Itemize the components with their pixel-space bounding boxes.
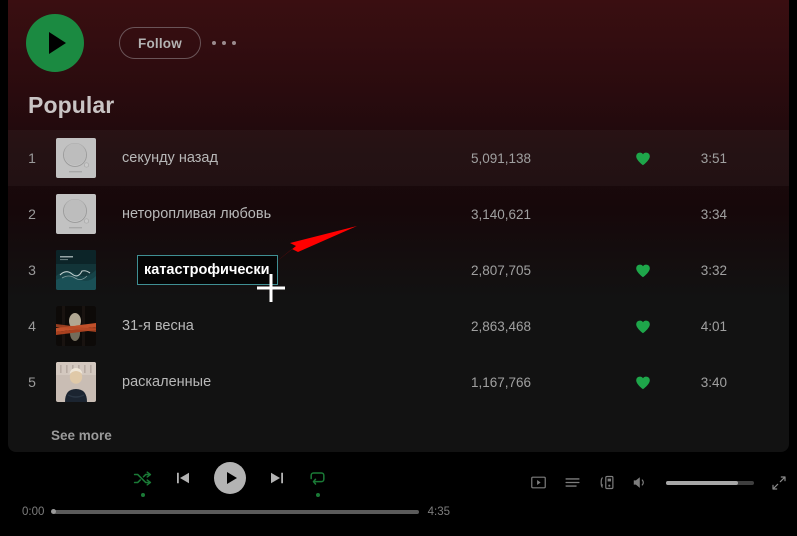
track-album-art [56,306,96,346]
track-duration: 3:34 [701,207,727,222]
liked-heart-icon[interactable] [635,151,651,166]
track-duration: 4:01 [701,319,727,334]
artist-action-header: Follow [8,0,789,86]
app-root: Follow Popular 1 секунду назад 5,091,138 3:… [0,0,797,536]
next-track-icon [268,469,286,487]
repeat-icon [308,469,327,488]
play-pause-button[interactable] [214,462,246,494]
track-album-art [56,250,96,290]
play-icon [227,472,237,484]
track-play-count: 3,140,621 [471,207,531,222]
album-art-image [56,306,96,346]
previous-track-icon [174,469,192,487]
like-button[interactable] [635,151,651,166]
next-button[interactable] [268,469,286,487]
like-button[interactable] [635,319,651,334]
repeat-active-indicator [316,493,320,497]
liked-heart-icon[interactable] [635,375,651,390]
track-row[interactable]: 4 31-я весна 2,863,468 4:01 [8,298,789,354]
track-row[interactable]: 1 секунду назад 5,091,138 3:51 [8,130,789,186]
content-panel: Follow Popular 1 секунду назад 5,091,138 3:… [8,0,789,452]
track-play-count: 2,863,468 [471,319,531,334]
volume-slider[interactable] [666,481,754,485]
liked-heart-icon[interactable] [635,319,651,334]
album-art-image [56,362,96,402]
elapsed-time: 0:00 [22,506,44,518]
track-row[interactable]: 5 раскаленные 1,167,766 3:40 [8,354,789,410]
track-album-art [56,194,96,234]
player-bar: 0:00 4:35 [0,452,797,536]
ellipsis-dot-icon [232,41,236,45]
track-title[interactable]: неторопливая любовь [122,206,271,222]
track-duration: 3:51 [701,151,727,166]
like-button[interactable] [635,375,651,390]
now-playing-view-icon[interactable] [530,474,547,491]
album-art-image [56,194,96,234]
playback-progress: 0:00 4:35 [0,506,460,518]
shuffle-active-indicator [141,493,145,497]
track-index: 5 [8,374,56,390]
track-play-count: 2,807,705 [471,263,531,278]
album-art-image [56,138,96,178]
playback-controls [0,462,460,494]
like-button[interactable] [635,263,651,278]
track-album-art [56,362,96,402]
track-title[interactable]: раскаленные [122,374,211,390]
player-right-controls [530,474,787,491]
total-time: 4:35 [428,506,450,518]
album-art-image [56,250,96,290]
track-play-count: 5,091,138 [471,151,531,166]
volume-fill [666,481,738,485]
track-index: 1 [8,150,56,166]
ellipsis-dot-icon [212,41,216,45]
track-row[interactable]: 2 неторопливая любовь 3,140,621 3:34 [8,186,789,242]
track-title[interactable]: катастрофически [144,262,270,278]
ellipsis-dot-icon [222,41,226,45]
track-title[interactable]: секунду назад [122,150,218,166]
play-artist-button[interactable] [26,14,84,72]
volume-icon[interactable] [632,474,649,491]
more-options-button[interactable] [212,32,250,54]
repeat-button[interactable] [308,469,327,488]
play-icon [49,32,66,54]
track-play-count: 1,167,766 [471,375,531,390]
follow-button-label: Follow [138,36,182,51]
track-row[interactable]: 3 катастрофически 2,807,705 3:32 [8,242,789,298]
shuffle-icon [133,469,152,488]
connect-to-device-icon[interactable] [598,474,615,491]
popular-tracks-list: 1 секунду назад 5,091,138 3:51 2 неторопливая… [8,130,789,410]
see-more-link[interactable]: See more [51,428,112,443]
track-index: 2 [8,206,56,222]
section-title: Popular [28,92,114,119]
track-index: 4 [8,318,56,334]
selected-track-highlight-box[interactable]: катастрофически [137,255,278,285]
progress-slider[interactable] [53,510,418,514]
track-duration: 3:32 [701,263,727,278]
shuffle-button[interactable] [133,469,152,488]
fullscreen-icon[interactable] [771,475,787,491]
track-duration: 3:40 [701,375,727,390]
liked-heart-icon[interactable] [635,263,651,278]
queue-icon[interactable] [564,474,581,491]
track-album-art [56,138,96,178]
follow-button[interactable]: Follow [119,27,201,59]
progress-knob[interactable] [51,509,56,514]
previous-button[interactable] [174,469,192,487]
track-title[interactable]: 31-я весна [122,318,194,334]
track-index: 3 [8,262,56,278]
